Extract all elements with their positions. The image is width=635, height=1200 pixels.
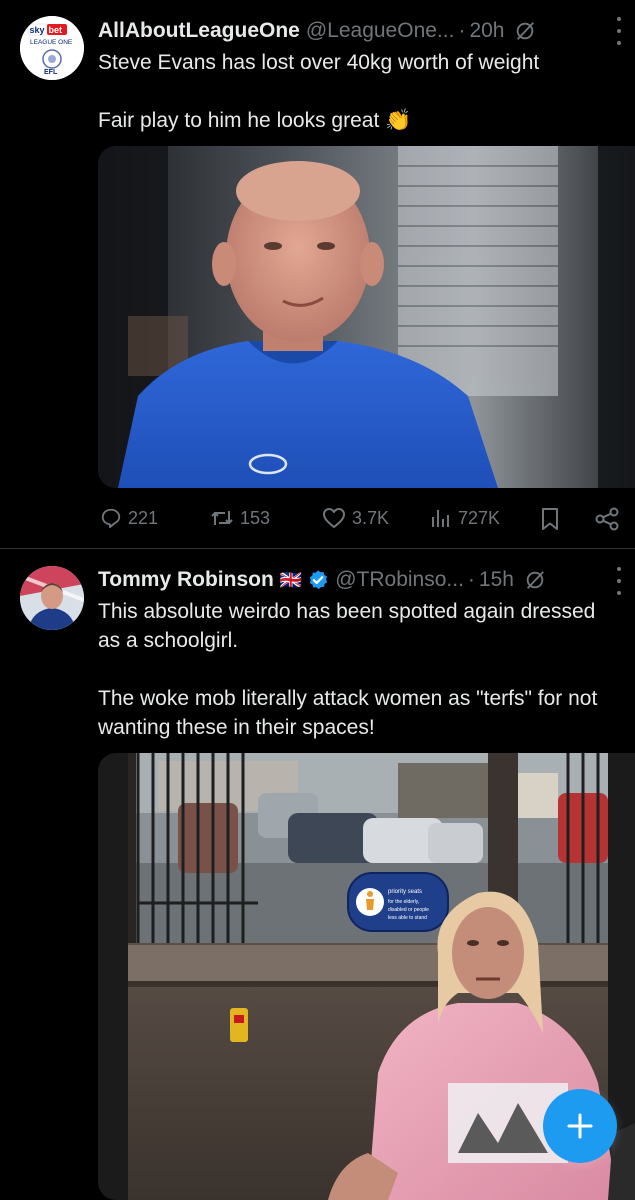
- tweet-media-photo[interactable]: [98, 146, 635, 488]
- user-handle[interactable]: @LeagueOne...: [306, 19, 455, 43]
- more-options-icon[interactable]: [615, 567, 623, 595]
- display-name[interactable]: Tommy Robinson: [98, 568, 274, 592]
- tweet-text-line: [98, 77, 619, 106]
- views-icon: [432, 510, 449, 527]
- separator-dot: ·: [467, 568, 475, 591]
- repost-button[interactable]: 153: [210, 507, 270, 529]
- grok-icon[interactable]: [524, 569, 546, 591]
- timestamp[interactable]: 20h: [469, 19, 504, 43]
- bookmark-button[interactable]: [540, 507, 560, 531]
- plus-icon: [567, 1113, 593, 1139]
- tweet-text-line: [98, 655, 619, 684]
- league-label: LEAGUE ONE: [30, 39, 73, 46]
- tweet-text-line: This absolute weirdo has been spotted ag…: [98, 600, 596, 652]
- reply-count: 221: [128, 507, 159, 528]
- tweet-text: Steve Evans has lost over 40kg worth of …: [98, 48, 619, 135]
- repost-icon: [211, 511, 233, 525]
- tweet-header: Tommy Robinson 🇬🇧 @TRobinso... · 15h: [98, 565, 575, 595]
- avatar[interactable]: sky bet LEAGUE ONE EFL: [20, 16, 84, 80]
- share-button[interactable]: [594, 507, 620, 531]
- tweet-actions: 221 153 3.7K 727K: [100, 505, 623, 535]
- uk-flag-emoji: 🇬🇧: [279, 569, 303, 590]
- sign-line: less able to stand: [388, 915, 427, 921]
- tweet-header: AllAboutLeagueOne @LeagueOne... · 20h: [98, 16, 575, 46]
- display-name[interactable]: AllAboutLeagueOne: [98, 19, 300, 43]
- views-button[interactable]: 727K: [430, 507, 500, 529]
- profile-photo-icon: [20, 566, 84, 630]
- timeline-feed: sky bet LEAGUE ONE EFL AllAboutLeagueOne…: [0, 0, 635, 1200]
- compose-button[interactable]: [543, 1089, 617, 1163]
- efl-label: EFL: [44, 69, 58, 76]
- brand-bet: bet: [49, 25, 63, 35]
- view-count: 727K: [458, 507, 501, 528]
- reply-button[interactable]: 221: [100, 507, 158, 529]
- tweet-text-line: The woke mob literally attack women as "…: [98, 687, 598, 739]
- repost-count: 153: [240, 507, 271, 528]
- more-options-icon[interactable]: [615, 17, 623, 45]
- sign-line: disabled or people: [388, 907, 429, 913]
- verified-badge-icon[interactable]: [307, 569, 329, 591]
- brand-sky: sky: [30, 25, 45, 35]
- tweet-text: This absolute weirdo has been spotted ag…: [98, 597, 619, 742]
- tweet[interactable]: Tommy Robinson 🇬🇧 @TRobinso... · 15h Thi…: [0, 549, 635, 1200]
- tweet-text-line: Fair play to him he looks great 👏: [98, 109, 412, 132]
- tweet[interactable]: sky bet LEAGUE ONE EFL AllAboutLeagueOne…: [0, 0, 635, 548]
- share-icon: [595, 507, 619, 531]
- league-one-logo-icon: sky bet LEAGUE ONE EFL: [20, 16, 84, 80]
- bookmark-icon: [542, 508, 558, 530]
- avatar[interactable]: [20, 566, 84, 630]
- heart-icon: [323, 508, 345, 528]
- interview-photo: [98, 146, 635, 488]
- like-button[interactable]: 3.7K: [322, 507, 389, 529]
- separator-dot: ·: [458, 19, 466, 42]
- timestamp[interactable]: 15h: [479, 568, 514, 592]
- grok-icon[interactable]: [514, 20, 536, 42]
- sign-title: priority seats: [388, 889, 422, 895]
- reply-icon: [101, 508, 121, 529]
- tweet-text-line: Steve Evans has lost over 40kg worth of …: [98, 51, 540, 74]
- sign-line: for the elderly,: [388, 899, 419, 905]
- like-count: 3.7K: [352, 507, 390, 528]
- user-handle[interactable]: @TRobinso...: [335, 568, 464, 592]
